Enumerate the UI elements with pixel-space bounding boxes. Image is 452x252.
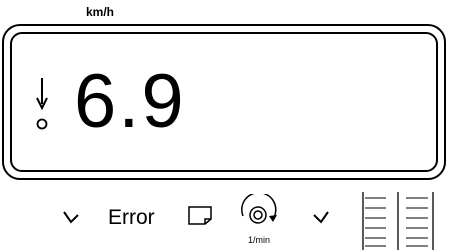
speed-reading: 6.9: [74, 59, 186, 144]
speed-unit-label: km/h: [86, 5, 115, 19]
level-gauge-icon: [362, 192, 434, 250]
tray-icon[interactable]: [186, 204, 214, 226]
function-bar: Error 1/min: [0, 190, 452, 252]
rpm-sensor-icon: [241, 194, 277, 224]
arrow-right-icon[interactable]: [312, 210, 330, 224]
alarm-marker-icon: [36, 78, 48, 130]
rpm-group[interactable]: 1/min: [236, 194, 286, 250]
error-label[interactable]: Error: [108, 206, 155, 230]
arrow-left-icon[interactable]: [62, 210, 80, 224]
rpm-unit-label: 1/min: [248, 235, 271, 245]
lcd-display: [2, 24, 446, 180]
